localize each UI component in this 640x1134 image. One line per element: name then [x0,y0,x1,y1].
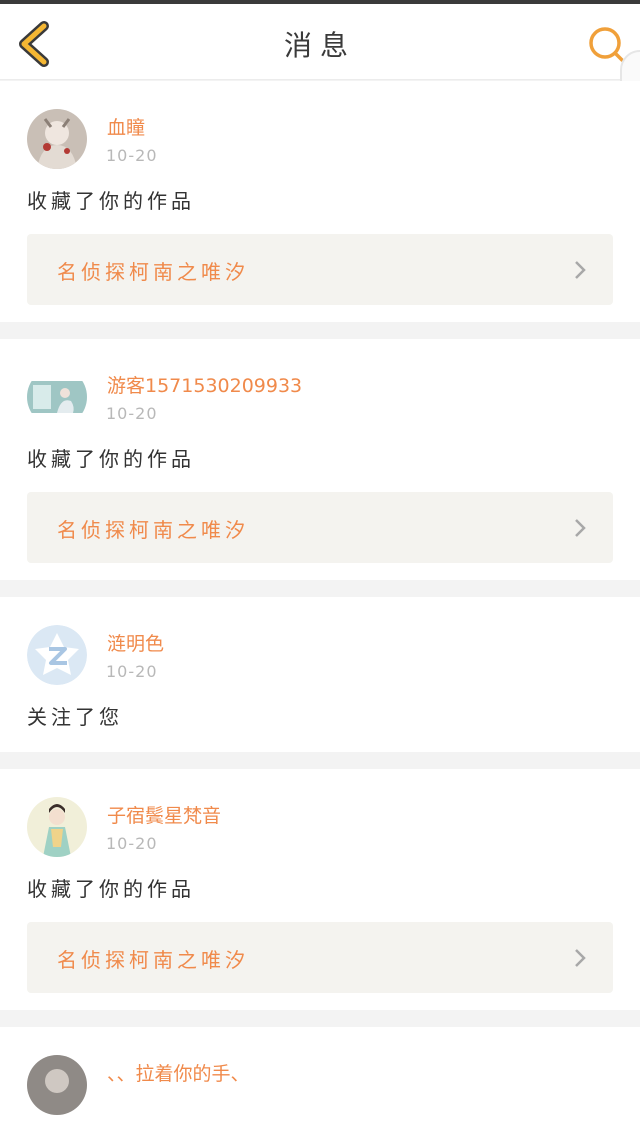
work-link[interactable]: 名侦探柯南之唯汐 [27,922,613,993]
page-title: 消息 [283,29,356,62]
user-row: 游客1571530209933 10-20 [27,367,613,429]
user-row: 血瞳 10-20 [27,109,613,171]
action-text: 收藏了你的作品 [27,189,195,213]
avatar[interactable] [27,109,87,169]
user-row: 涟明色 10-20 [27,625,613,687]
work-title: 名侦探柯南之唯汐 [57,260,249,284]
username[interactable]: 血瞳 [107,113,145,140]
timestamp: 10-20 [106,404,158,423]
avatar[interactable] [27,625,87,685]
timestamp: 10-20 [106,146,158,165]
work-link[interactable]: 名侦探柯南之唯汐 [27,492,613,563]
message-card: 涟明色 10-20 关注了您 [0,597,640,752]
action-text: 关注了您 [27,705,123,729]
username[interactable]: 子宿鬓星梵音 [107,801,221,828]
chevron-right-icon [575,519,586,537]
work-title: 名侦探柯南之唯汐 [57,518,249,542]
message-card: 血瞳 10-20 收藏了你的作品 名侦探柯南之唯汐 [0,81,640,322]
avatar[interactable] [27,1055,87,1115]
avatar-image [27,367,87,427]
message-list: 血瞳 10-20 收藏了你的作品 名侦探柯南之唯汐 游客157153020993… [0,81,640,1134]
avatar-image [27,109,87,169]
user-row: 、、拉着你的手、 [27,1055,613,1117]
avatar-image [27,1055,87,1115]
message-card: 子宿鬓星梵音 10-20 收藏了你的作品 名侦探柯南之唯汐 [0,769,640,1010]
user-row: 子宿鬓星梵音 10-20 [27,797,613,859]
avatar-image [27,797,87,857]
timestamp: 10-20 [106,662,158,681]
chevron-right-icon [575,949,586,967]
avatar[interactable] [27,797,87,857]
search-button[interactable] [586,24,626,64]
timestamp: 10-20 [106,834,158,853]
top-bar: 消息 [0,0,640,170]
work-title: 名侦探柯南之唯汐 [57,948,249,972]
username[interactable]: 游客1571530209933 [107,371,302,398]
avatar[interactable] [27,367,87,427]
work-link[interactable]: 名侦探柯南之唯汐 [27,234,613,305]
message-card: 游客1571530209933 10-20 收藏了你的作品 名侦探柯南之唯汐 [0,339,640,580]
message-card: 、、拉着你的手、 [0,1027,640,1134]
action-text: 收藏了你的作品 [27,447,195,471]
search-icon [589,27,624,62]
chevron-right-icon [575,261,586,279]
username[interactable]: 涟明色 [107,629,164,656]
action-text: 收藏了你的作品 [27,877,195,901]
username[interactable]: 、、拉着你的手、 [107,1059,250,1086]
default-avatar-icon [27,625,87,685]
